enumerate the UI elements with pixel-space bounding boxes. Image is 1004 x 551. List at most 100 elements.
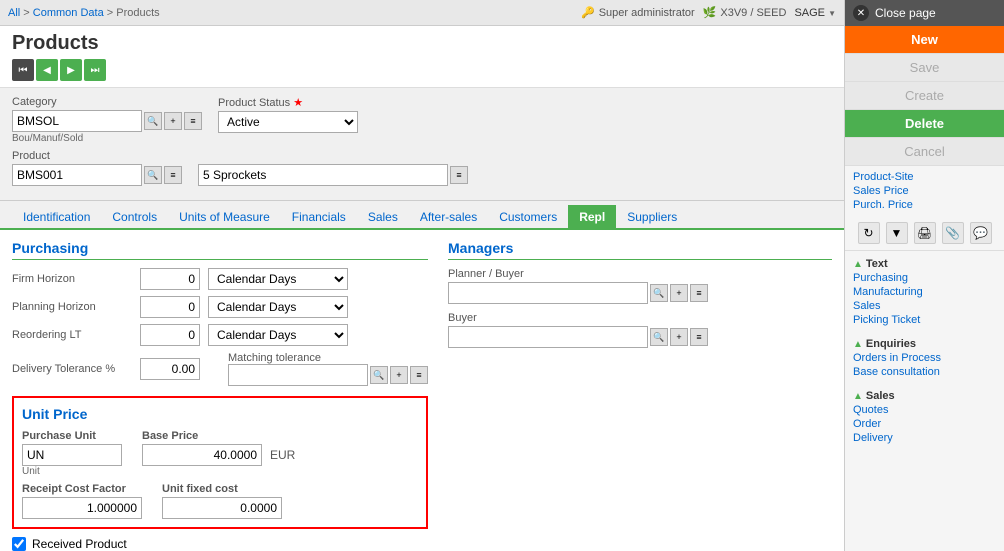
tab-units-of-measure[interactable]: Units of Measure bbox=[168, 205, 281, 228]
sidebar-quotes-link[interactable]: Quotes bbox=[853, 403, 996, 417]
sidebar-product-site-link[interactable]: Product-Site bbox=[853, 170, 996, 184]
buyer-field: Buyer 🔍 + ≡ bbox=[448, 312, 832, 348]
cancel-button[interactable]: Cancel bbox=[845, 138, 1004, 166]
tab-suppliers[interactable]: Suppliers bbox=[616, 205, 688, 228]
reordering-lt-input[interactable] bbox=[140, 324, 200, 346]
tabs-bar: Identification Controls Units of Measure… bbox=[0, 201, 844, 230]
received-product-checkbox[interactable] bbox=[12, 537, 26, 551]
delivery-tolerance-input[interactable] bbox=[140, 358, 200, 380]
sidebar-purch-price-link[interactable]: Purch. Price bbox=[853, 198, 996, 212]
matching-search-icon[interactable]: 🔍 bbox=[370, 366, 388, 384]
planner-buyer-input[interactable] bbox=[448, 282, 648, 304]
top-bar: All > Common Data > Products 🔑 Super adm… bbox=[0, 0, 844, 26]
matching-list-icon[interactable]: ≡ bbox=[410, 366, 428, 384]
firm-horizon-unit-select[interactable]: Calendar Days bbox=[208, 268, 348, 290]
version-label: X3V9 / SEED bbox=[720, 7, 786, 19]
category-sub: Bou/Manuf/Sold bbox=[12, 133, 202, 144]
save-button[interactable]: Save bbox=[845, 54, 1004, 82]
matching-tolerance-input-group: 🔍 + ≡ bbox=[228, 364, 428, 386]
product-status-field: Product Status ★ Active bbox=[218, 96, 358, 133]
base-price-field: Base Price EUR bbox=[142, 430, 295, 477]
category-add-icon[interactable]: + bbox=[164, 112, 182, 130]
sidebar-base-consultation-link[interactable]: Base consultation bbox=[853, 365, 996, 379]
nav-last-button[interactable]: ⏭ bbox=[84, 59, 106, 81]
planning-horizon-unit-select[interactable]: Calendar Days bbox=[208, 296, 348, 318]
planning-horizon-input[interactable] bbox=[140, 296, 200, 318]
buyer-input[interactable] bbox=[448, 326, 648, 348]
close-page-button[interactable]: ✕ Close page bbox=[845, 0, 1004, 26]
buyer-list-icon[interactable]: ≡ bbox=[690, 328, 708, 346]
dropdown-icon[interactable]: ▼ bbox=[886, 222, 908, 244]
reordering-lt-label: Reordering LT bbox=[12, 329, 132, 341]
sidebar-link-group-text: ▲ Text Purchasing Manufacturing Sales Pi… bbox=[845, 251, 1004, 331]
delivery-tolerance-label: Delivery Tolerance % bbox=[12, 363, 132, 375]
category-label: Category bbox=[12, 96, 202, 108]
category-field: Category 🔍 + ≡ Bou/Manuf/Sold bbox=[12, 96, 202, 144]
lock-icon: 🔑 bbox=[581, 6, 595, 19]
category-input[interactable] bbox=[12, 110, 142, 132]
planner-add-icon[interactable]: + bbox=[670, 284, 688, 302]
product-name-input[interactable] bbox=[198, 164, 448, 186]
sidebar-order-link[interactable]: Order bbox=[853, 417, 996, 431]
breadcrumb-common-data[interactable]: Common Data bbox=[33, 7, 104, 19]
sage-dropdown[interactable]: SAGE ▼ bbox=[794, 7, 836, 19]
sidebar-manufacturing-link[interactable]: Manufacturing bbox=[853, 285, 996, 299]
product-label: Product bbox=[12, 150, 182, 162]
sidebar-purchasing-link[interactable]: Purchasing bbox=[853, 271, 996, 285]
sidebar-delivery-link[interactable]: Delivery bbox=[853, 431, 996, 445]
planner-search-icon[interactable]: 🔍 bbox=[650, 284, 668, 302]
tab-sales[interactable]: Sales bbox=[357, 205, 409, 228]
two-col-layout: Purchasing Firm Horizon Calendar Days Pl… bbox=[12, 240, 832, 551]
product-list-icon[interactable]: ≡ bbox=[164, 166, 182, 184]
sidebar-sales-price-link[interactable]: Sales Price bbox=[853, 184, 996, 198]
unit-fixed-cost-field: Unit fixed cost bbox=[162, 483, 282, 519]
sidebar-picking-ticket-link[interactable]: Picking Ticket bbox=[853, 313, 996, 327]
tab-financials[interactable]: Financials bbox=[281, 205, 357, 228]
buyer-label: Buyer bbox=[448, 312, 832, 324]
firm-horizon-input[interactable] bbox=[140, 268, 200, 290]
receipt-cost-input[interactable] bbox=[22, 497, 142, 519]
attachment-icon[interactable]: 📎 bbox=[942, 222, 964, 244]
sidebar-orders-in-process-link[interactable]: Orders in Process bbox=[853, 351, 996, 365]
product-status-select[interactable]: Active bbox=[218, 111, 358, 133]
base-price-input[interactable] bbox=[142, 444, 262, 466]
user-badge: 🔑 Super administrator bbox=[581, 6, 695, 19]
unit-fixed-cost-input[interactable] bbox=[162, 497, 282, 519]
refresh-icon[interactable]: ↻ bbox=[858, 222, 880, 244]
tab-controls[interactable]: Controls bbox=[101, 205, 168, 228]
required-star: ★ bbox=[293, 97, 303, 109]
nav-next-button[interactable]: ▶ bbox=[60, 59, 82, 81]
purchase-unit-input[interactable] bbox=[22, 444, 122, 466]
product-input-group: 🔍 ≡ bbox=[12, 164, 182, 186]
buyer-search-icon[interactable]: 🔍 bbox=[650, 328, 668, 346]
tab-repl[interactable]: Repl bbox=[568, 205, 616, 228]
new-button[interactable]: New bbox=[845, 26, 1004, 54]
category-search-icon[interactable]: 🔍 bbox=[144, 112, 162, 130]
chat-icon[interactable]: 💬 bbox=[970, 222, 992, 244]
nav-arrows: ⏮ ◀ ▶ ⏭ bbox=[12, 59, 832, 81]
planner-list-icon[interactable]: ≡ bbox=[690, 284, 708, 302]
create-button[interactable]: Create bbox=[845, 82, 1004, 110]
product-search-icon[interactable]: 🔍 bbox=[144, 166, 162, 184]
print-icon[interactable]: 🖨 bbox=[914, 222, 936, 244]
product-input[interactable] bbox=[12, 164, 142, 186]
page-title: Products bbox=[12, 32, 832, 55]
product-name-icon[interactable]: ≡ bbox=[450, 166, 468, 184]
delete-button[interactable]: Delete bbox=[845, 110, 1004, 138]
tab-identification[interactable]: Identification bbox=[12, 205, 101, 228]
sidebar-sales-link[interactable]: Sales bbox=[853, 299, 996, 313]
buyer-add-icon[interactable]: + bbox=[670, 328, 688, 346]
managers-title: Managers bbox=[448, 240, 832, 260]
breadcrumb-all[interactable]: All bbox=[8, 7, 20, 19]
sales-section-label: ▲ Sales bbox=[853, 387, 996, 403]
reordering-lt-unit-select[interactable]: Calendar Days bbox=[208, 324, 348, 346]
matching-add-icon[interactable]: + bbox=[390, 366, 408, 384]
base-price-input-group: EUR bbox=[142, 444, 295, 466]
category-list-icon[interactable]: ≡ bbox=[184, 112, 202, 130]
nav-prev-button[interactable]: ◀ bbox=[36, 59, 58, 81]
nav-first-button[interactable]: ⏮ bbox=[12, 59, 34, 81]
enquiries-section-label: ▲ Enquiries bbox=[853, 335, 996, 351]
matching-tolerance-input[interactable] bbox=[228, 364, 368, 386]
tab-customers[interactable]: Customers bbox=[488, 205, 568, 228]
tab-after-sales[interactable]: After-sales bbox=[409, 205, 488, 228]
